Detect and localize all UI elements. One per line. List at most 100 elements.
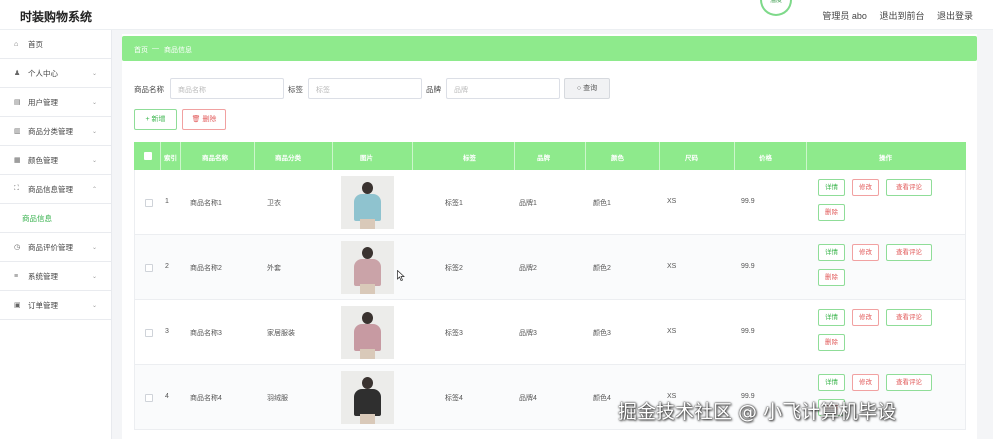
chevron-down-icon: ⌄ (91, 99, 97, 106)
cell-category: 羽绒服 (267, 395, 288, 402)
top-nav: 管理员 abo 退出到前台 退出登录 (812, 9, 973, 22)
sidebar-item-label: 订单管理 (28, 300, 58, 310)
cell-tag: 标签1 (445, 200, 463, 207)
breadcrumb-current: 商品信息 (164, 47, 192, 54)
cell-name: 商品名称4 (190, 395, 222, 402)
query-button-label: 查询 (583, 85, 598, 92)
product-image[interactable] (341, 241, 394, 294)
breadcrumb-separator: — (152, 45, 159, 52)
edit-button[interactable]: 修改 (852, 309, 879, 326)
breadcrumb: 首页 — 商品信息 (122, 36, 977, 61)
row-delete-button[interactable]: 删除 (818, 269, 845, 286)
detail-button[interactable]: 详情 (818, 309, 845, 326)
table-row: 1 商品名称1 卫衣 标签1 品牌1 颜色1 XS 99.9 详情 修改 查看评… (134, 170, 966, 235)
edit-button[interactable]: 修改 (852, 179, 879, 196)
cell-size: XS (667, 328, 677, 335)
view-reviews-button[interactable]: 查看评论 (886, 179, 932, 196)
watermark: 掘金技术社区 @ 小飞计算机毕设 (618, 401, 897, 423)
breadcrumb-home[interactable]: 首页 (134, 45, 148, 55)
col-price: 价格 (759, 155, 772, 162)
cell-name: 商品名称1 (190, 200, 222, 207)
cell-brand: 品牌2 (519, 265, 537, 272)
chevron-down-icon: ⌄ (91, 302, 97, 309)
query-button[interactable]: ○ 查询 (564, 78, 610, 99)
cell-size: XS (667, 198, 677, 205)
edit-button[interactable]: 修改 (852, 374, 879, 391)
col-size: 尺码 (685, 155, 698, 162)
name-label: 商品名称 (134, 85, 164, 94)
sidebar-item-category[interactable]: ▥ 商品分类管理 ⌄ (0, 117, 111, 146)
brand-input[interactable]: 品牌 (446, 78, 560, 99)
cell-brand: 品牌3 (519, 330, 537, 337)
edit-button[interactable]: 修改 (852, 244, 879, 261)
sidebar-item-reviews[interactable]: ◷ 商品评价管理 ⌄ (0, 233, 111, 262)
cell-tag: 标签4 (445, 395, 463, 402)
tag-input[interactable]: 标签 (308, 78, 422, 99)
detail-button[interactable]: 详情 (818, 374, 845, 391)
chevron-down-icon: ⌄ (91, 128, 97, 135)
sidebar-subitem-goods-info[interactable]: 商品信息 (0, 204, 111, 233)
sidebar-item-users[interactable]: ▤ 用户管理 ⌄ (0, 88, 111, 117)
row-checkbox[interactable] (145, 264, 153, 272)
row-checkbox[interactable] (145, 394, 153, 402)
col-actions: 操作 (879, 155, 892, 162)
cell-category: 家居服装 (267, 330, 295, 337)
mouse-cursor-icon (397, 270, 405, 281)
brand-label: 品牌 (426, 85, 441, 94)
main-panel: 首页 — 商品信息 商品名称 商品名称 标签 标签 品牌 品牌 ○ 查询 + 新… (122, 34, 977, 439)
cell-category: 卫衣 (267, 200, 281, 207)
product-image[interactable] (341, 176, 394, 229)
sidebar: ⌂ 首页 ♟ 个人中心 ⌄ ▤ 用户管理 ⌄ ▥ 商品分类管理 ⌄ ▦ 颜色管理… (0, 30, 112, 439)
add-button-label: 新增 (151, 116, 166, 123)
product-image[interactable] (341, 306, 394, 359)
row-checkbox[interactable] (145, 199, 153, 207)
plus-icon: + (145, 116, 150, 123)
table-row: 3 商品名称3 家居服装 标签3 品牌3 颜色3 XS 99.9 详情 修改 查… (134, 300, 966, 365)
view-reviews-button[interactable]: 查看评论 (886, 309, 932, 326)
row-delete-button[interactable]: 删除 (818, 334, 845, 351)
sidebar-item-goods[interactable]: ⛶ 商品信息管理 ⌃ (0, 175, 111, 204)
select-all-checkbox[interactable] (144, 152, 152, 160)
row-checkbox[interactable] (145, 329, 153, 337)
cell-price: 99.9 (741, 198, 755, 205)
chevron-down-icon: ⌄ (91, 157, 97, 164)
detail-button[interactable]: 详情 (818, 179, 845, 196)
sidebar-item-label: 个人中心 (28, 68, 58, 78)
order-icon: ▣ (14, 302, 21, 309)
color-icon: ▦ (14, 157, 21, 164)
cell-color: 颜色3 (593, 330, 611, 337)
trash-icon: 🗑 (191, 116, 201, 123)
sidebar-item-system[interactable]: ≡ 系统管理 ⌄ (0, 262, 111, 291)
sidebar-item-label: 商品分类管理 (28, 126, 73, 136)
view-reviews-button[interactable]: 查看评论 (886, 244, 932, 261)
system-icon: ≡ (14, 272, 19, 280)
sidebar-item-profile[interactable]: ♟ 个人中心 ⌄ (0, 59, 111, 88)
goods-icon: ⛶ (14, 185, 19, 192)
sidebar-item-label: 用户管理 (28, 97, 58, 107)
admin-label: 管理员 abo (822, 11, 867, 21)
view-reviews-button[interactable]: 查看评论 (886, 374, 932, 391)
cell-size: XS (667, 263, 677, 270)
delete-button-label: 删除 (202, 116, 217, 123)
detail-button[interactable]: 详情 (818, 244, 845, 261)
app-title: 时装购物系统 (20, 10, 93, 24)
sidebar-item-color[interactable]: ▦ 颜色管理 ⌄ (0, 146, 111, 175)
cell-index: 4 (165, 393, 169, 400)
product-image[interactable] (341, 371, 394, 424)
col-image: 图片 (360, 155, 373, 162)
add-button[interactable]: + 新增 (134, 109, 177, 130)
chevron-up-icon: ⌃ (91, 186, 97, 193)
cell-price: 99.9 (741, 328, 755, 335)
sidebar-item-orders[interactable]: ▣ 订单管理 ⌄ (0, 291, 111, 320)
sidebar-item-home[interactable]: ⌂ 首页 (0, 30, 111, 59)
back-frontend-link[interactable]: 退出到前台 (879, 11, 924, 21)
sidebar-item-label: 颜色管理 (28, 155, 58, 165)
batch-delete-button[interactable]: 🗑 删除 (182, 109, 226, 130)
name-input[interactable]: 商品名称 (170, 78, 284, 99)
users-icon: ▤ (14, 99, 21, 106)
cell-index: 2 (165, 263, 169, 270)
table-header: 索引 商品名称 商品分类 图片 标签 品牌 颜色 尺码 价格 操作 (134, 142, 966, 170)
row-delete-button[interactable]: 删除 (818, 204, 845, 221)
user-icon: ♟ (14, 70, 21, 77)
logout-link[interactable]: 退出登录 (937, 11, 973, 21)
